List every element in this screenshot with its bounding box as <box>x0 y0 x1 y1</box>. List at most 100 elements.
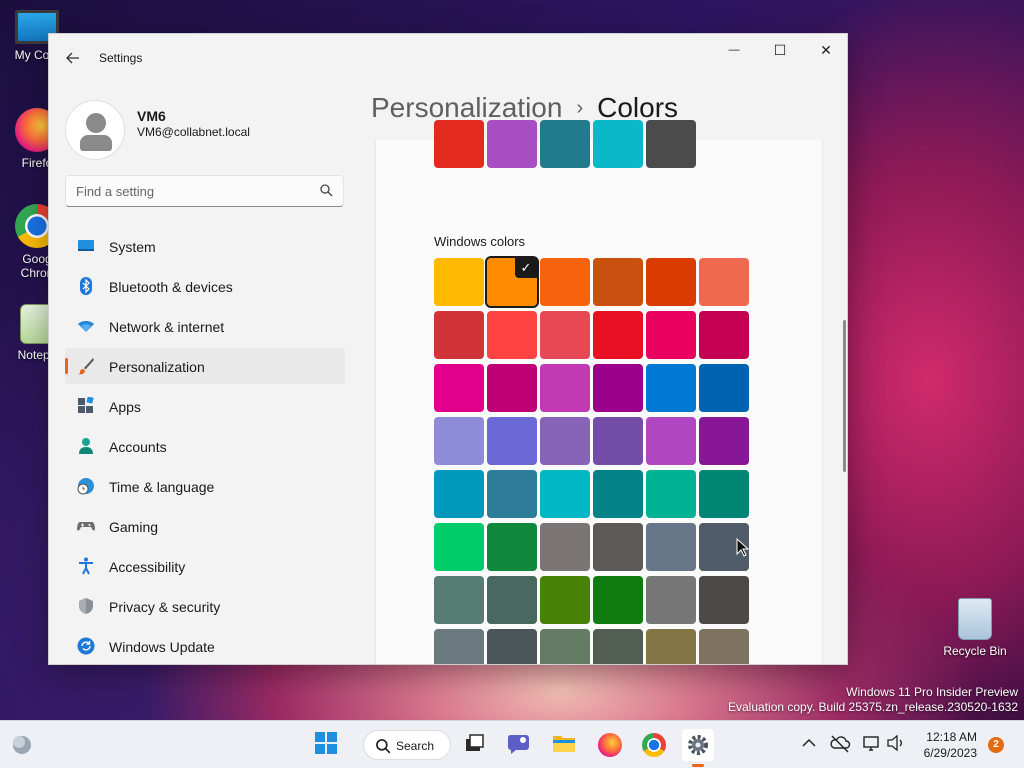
windows-color-swatch[interactable] <box>593 523 643 571</box>
recent-color-swatch[interactable] <box>434 120 484 168</box>
sidebar-item-label: System <box>109 239 156 255</box>
sidebar-item-privacy[interactable]: Privacy & security <box>65 588 345 624</box>
windows-color-swatch[interactable] <box>593 629 643 664</box>
windows-color-swatch[interactable]: ✓ <box>485 256 539 308</box>
windows-color-swatch[interactable] <box>646 417 696 465</box>
sidebar-item-accessibility[interactable]: Accessibility <box>65 548 345 584</box>
find-setting-box[interactable] <box>65 175 344 207</box>
recent-color-swatch[interactable] <box>540 120 590 168</box>
sidebar-item-accounts[interactable]: Accounts <box>65 428 345 464</box>
recent-color-swatch[interactable] <box>593 120 643 168</box>
page-title: Colors <box>597 92 679 123</box>
onedrive-button[interactable] <box>828 729 852 761</box>
update-icon <box>77 637 95 655</box>
windows-color-swatch[interactable] <box>487 470 537 518</box>
task-view-button[interactable] <box>460 729 492 761</box>
chat-button[interactable] <box>505 729 537 761</box>
windows-color-swatch[interactable] <box>540 629 590 664</box>
sidebar-item-label: Time & language <box>109 479 215 495</box>
network-status-button[interactable] <box>860 729 884 761</box>
minimize-button[interactable]: — <box>711 34 757 66</box>
content-scrollbar[interactable] <box>843 320 846 472</box>
windows-color-swatch[interactable] <box>434 364 484 412</box>
close-button[interactable]: ✕ <box>803 34 847 66</box>
windows-color-swatch[interactable] <box>487 364 537 412</box>
sidebar-item-apps[interactable]: Apps <box>65 388 345 424</box>
windows-color-swatch[interactable] <box>487 629 537 664</box>
windows-color-swatch[interactable] <box>699 470 749 518</box>
windows-color-swatch[interactable] <box>699 364 749 412</box>
windows-color-swatch[interactable] <box>434 629 484 664</box>
system-icon <box>78 240 94 251</box>
taskbar-search[interactable]: Search <box>363 730 451 760</box>
windows-color-swatch[interactable] <box>540 311 590 359</box>
windows-color-swatch[interactable] <box>699 311 749 359</box>
sidebar-item-bluetooth[interactable]: Bluetooth & devices <box>65 268 345 304</box>
bluetooth-icon <box>80 277 92 295</box>
windows-color-swatch[interactable] <box>593 576 643 624</box>
windows-color-swatch[interactable] <box>646 629 696 664</box>
checkmark-icon: ✓ <box>515 258 537 278</box>
desktop-icon-recycle-bin[interactable]: Recycle Bin <box>940 598 1010 658</box>
windows-color-swatch[interactable] <box>699 576 749 624</box>
show-hidden-icons-button[interactable] <box>798 729 820 761</box>
back-button[interactable] <box>61 48 85 68</box>
windows-color-swatch[interactable] <box>540 258 590 306</box>
windows-color-swatch[interactable] <box>593 311 643 359</box>
sidebar-item-gaming[interactable]: Gaming <box>65 508 345 544</box>
windows-color-swatch[interactable] <box>487 576 537 624</box>
windows-color-swatch[interactable] <box>540 523 590 571</box>
windows-color-swatch[interactable] <box>646 258 696 306</box>
windows-color-swatch[interactable] <box>593 417 643 465</box>
windows-color-swatch[interactable] <box>699 417 749 465</box>
windows-color-swatch[interactable] <box>593 258 643 306</box>
sidebar-item-system[interactable]: System <box>65 228 345 264</box>
windows-color-swatch[interactable] <box>646 311 696 359</box>
recycle-bin-icon <box>958 598 992 640</box>
windows-color-swatch[interactable] <box>540 364 590 412</box>
windows-color-swatch[interactable] <box>434 470 484 518</box>
notification-badge[interactable]: 2 <box>988 737 1004 753</box>
windows-color-swatch[interactable] <box>434 417 484 465</box>
recent-color-swatch[interactable] <box>646 120 696 168</box>
windows-color-swatch[interactable] <box>646 576 696 624</box>
windows-color-swatch[interactable] <box>487 417 537 465</box>
colors-card: Windows colors ✓ <box>375 120 823 664</box>
breadcrumb-separator: › <box>576 97 584 119</box>
windows-color-swatch[interactable] <box>540 576 590 624</box>
chrome-taskbar-button[interactable] <box>638 729 670 761</box>
sidebar-item-label: Apps <box>109 399 141 415</box>
volume-button[interactable] <box>884 729 908 761</box>
file-explorer-button[interactable] <box>550 729 582 761</box>
windows-color-swatch[interactable] <box>434 311 484 359</box>
windows-color-swatch[interactable] <box>699 258 749 306</box>
windows-color-swatch[interactable] <box>646 523 696 571</box>
windows-color-swatch[interactable] <box>434 258 484 306</box>
sidebar-item-personalization[interactable]: Personalization <box>65 348 345 384</box>
windows-color-swatch[interactable] <box>646 364 696 412</box>
maximize-button[interactable]: ☐ <box>757 34 803 66</box>
sidebar-item-network[interactable]: Network & internet <box>65 308 345 344</box>
windows-color-swatch[interactable] <box>699 629 749 664</box>
windows-color-swatch[interactable] <box>487 523 537 571</box>
windows-color-swatch[interactable] <box>487 311 537 359</box>
windows-color-swatch[interactable] <box>593 470 643 518</box>
breadcrumb-parent[interactable]: Personalization <box>371 92 562 123</box>
sidebar-item-windows-update[interactable]: Windows Update <box>65 628 345 664</box>
windows-color-swatch[interactable] <box>593 364 643 412</box>
widgets-button[interactable] <box>8 729 40 761</box>
firefox-taskbar-button[interactable] <box>594 729 626 761</box>
settings-taskbar-button[interactable] <box>682 729 714 767</box>
taskbar-clock[interactable]: 12:18 AM 6/29/2023 <box>912 729 977 761</box>
recent-color-swatch[interactable] <box>487 120 537 168</box>
start-button[interactable] <box>312 729 344 761</box>
windows-color-swatch[interactable] <box>434 576 484 624</box>
find-setting-input[interactable] <box>76 182 306 200</box>
chat-icon <box>507 735 529 754</box>
chrome-icon <box>642 733 666 757</box>
windows-color-swatch[interactable] <box>646 470 696 518</box>
windows-color-swatch[interactable] <box>540 470 590 518</box>
windows-color-swatch[interactable] <box>434 523 484 571</box>
sidebar-item-time-language[interactable]: Time & language <box>65 468 345 504</box>
windows-color-swatch[interactable] <box>540 417 590 465</box>
